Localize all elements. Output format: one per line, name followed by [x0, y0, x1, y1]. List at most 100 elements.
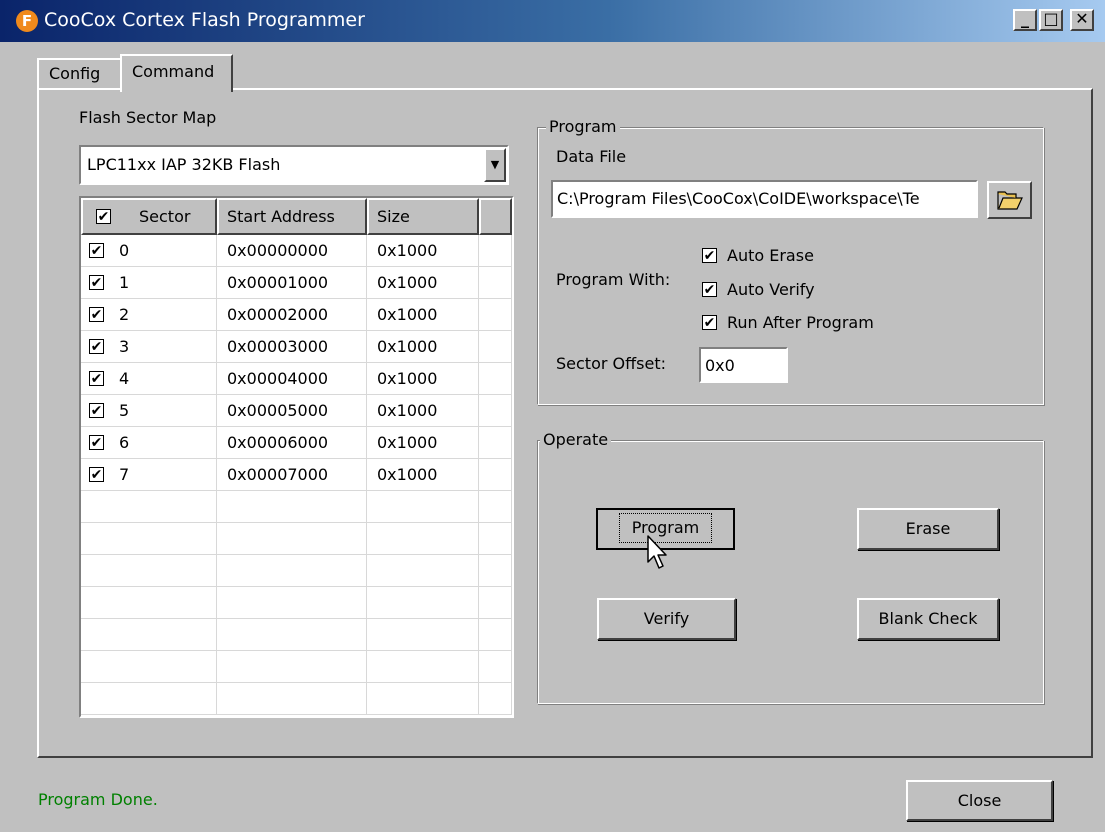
sector-checkbox[interactable]: ✔ — [89, 467, 104, 482]
cell-empty — [81, 587, 217, 619]
table-row[interactable]: ✔ 0 0x00000000 0x1000 — [81, 235, 512, 267]
auto-erase-option[interactable]: ✔ Auto Erase — [702, 246, 932, 268]
auto-verify-option[interactable]: ✔ Auto Verify — [702, 280, 932, 302]
table-row[interactable]: ✔ 1 0x00001000 0x1000 — [81, 267, 512, 299]
table-row[interactable]: ✔ 5 0x00005000 0x1000 — [81, 395, 512, 427]
sector-checkbox[interactable]: ✔ — [89, 403, 104, 418]
cell-empty — [479, 427, 512, 459]
browse-button[interactable] — [987, 181, 1032, 219]
cell-size: 0x1000 — [367, 267, 479, 299]
mouse-cursor-icon — [647, 535, 667, 569]
column-header-size[interactable]: Size — [367, 198, 479, 235]
cell-empty — [81, 555, 217, 587]
auto-verify-checkbox[interactable]: ✔ — [702, 282, 717, 297]
status-text: Program Done. — [38, 790, 158, 809]
cell-size: 0x1000 — [367, 395, 479, 427]
cell-empty — [367, 491, 479, 523]
cell-sector: ✔ 4 — [81, 363, 217, 395]
sector-number: 4 — [119, 369, 130, 388]
tab-command[interactable]: Command — [120, 54, 233, 92]
cell-start-address: 0x00000000 — [217, 235, 367, 267]
table-row[interactable] — [81, 619, 512, 651]
verify-button[interactable]: Verify — [597, 598, 736, 640]
sector-checkbox[interactable]: ✔ — [89, 435, 104, 450]
cell-empty — [479, 587, 512, 619]
cell-empty — [479, 267, 512, 299]
auto-erase-checkbox[interactable]: ✔ — [702, 248, 717, 263]
minimize-icon[interactable]: _ — [1013, 9, 1037, 31]
column-header-sector-label: Sector — [139, 207, 191, 226]
cell-sector: ✔ 7 — [81, 459, 217, 491]
sector-checkbox[interactable]: ✔ — [89, 371, 104, 386]
cell-empty — [81, 523, 217, 555]
cell-empty — [367, 555, 479, 587]
column-header-start-address[interactable]: Start Address — [217, 198, 367, 235]
operate-group — [537, 440, 1044, 704]
sector-number: 2 — [119, 305, 130, 324]
table-row[interactable] — [81, 651, 512, 683]
blank-check-button[interactable]: Blank Check — [857, 598, 999, 640]
table-row[interactable] — [81, 683, 512, 715]
cell-empty — [367, 683, 479, 715]
cell-empty — [479, 331, 512, 363]
cell-empty — [479, 459, 512, 491]
cell-start-address: 0x00005000 — [217, 395, 367, 427]
table-row[interactable] — [81, 523, 512, 555]
flash-sector-map-select[interactable]: LPC11xx IAP 32KB Flash ▼ — [79, 145, 509, 185]
run-after-program-option[interactable]: ✔ Run After Program — [702, 313, 932, 335]
sector-number: 6 — [119, 433, 130, 452]
cell-empty — [81, 619, 217, 651]
cell-sector: ✔ 5 — [81, 395, 217, 427]
sector-offset-input[interactable]: 0x0 — [699, 347, 788, 383]
select-all-checkbox[interactable]: ✔ — [96, 209, 111, 224]
sector-number: 5 — [119, 401, 130, 420]
cell-empty — [367, 651, 479, 683]
sector-number: 1 — [119, 273, 130, 292]
maximize-icon[interactable]: □ — [1039, 9, 1063, 31]
cell-empty — [367, 587, 479, 619]
cell-empty — [479, 491, 512, 523]
table-row[interactable]: ✔ 3 0x00003000 0x1000 — [81, 331, 512, 363]
cell-start-address: 0x00001000 — [217, 267, 367, 299]
cell-empty — [479, 363, 512, 395]
chevron-down-icon[interactable]: ▼ — [484, 148, 506, 182]
sector-checkbox[interactable]: ✔ — [89, 307, 104, 322]
auto-erase-label: Auto Erase — [727, 246, 814, 265]
close-button[interactable]: Close — [906, 780, 1053, 821]
close-icon[interactable]: ✕ — [1070, 9, 1094, 31]
table-row[interactable] — [81, 587, 512, 619]
flash-sector-map-value: LPC11xx IAP 32KB Flash — [87, 155, 281, 174]
cell-empty — [479, 555, 512, 587]
sector-checkbox[interactable]: ✔ — [89, 339, 104, 354]
column-header-sector[interactable]: ✔ Sector — [81, 198, 217, 235]
data-file-label: Data File — [556, 147, 627, 166]
operate-group-legend: Operate — [540, 430, 612, 449]
sector-number: 7 — [119, 465, 130, 484]
cell-empty — [479, 235, 512, 267]
sector-table[interactable]: ✔ Sector Start Address Size ✔ 0 0x00000000… — [79, 196, 514, 718]
table-row[interactable]: ✔ 6 0x00006000 0x1000 — [81, 427, 512, 459]
run-after-program-checkbox[interactable]: ✔ — [702, 315, 717, 330]
table-row[interactable]: ✔ 4 0x00004000 0x1000 — [81, 363, 512, 395]
table-row[interactable] — [81, 555, 512, 587]
title-bar[interactable]: F CooCox Cortex Flash Programmer _ □ ✕ — [0, 0, 1105, 42]
sector-checkbox[interactable]: ✔ — [89, 275, 104, 290]
tab-config[interactable]: Config — [37, 58, 122, 90]
cell-empty — [479, 619, 512, 651]
erase-button[interactable]: Erase — [857, 508, 999, 550]
sector-number: 3 — [119, 337, 130, 356]
table-row[interactable]: ✔ 7 0x00007000 0x1000 — [81, 459, 512, 491]
cell-size: 0x1000 — [367, 235, 479, 267]
cell-empty — [479, 523, 512, 555]
sector-offset-label: Sector Offset: — [556, 354, 666, 373]
table-row[interactable]: ✔ 2 0x00002000 0x1000 — [81, 299, 512, 331]
cell-sector: ✔ 3 — [81, 331, 217, 363]
cell-empty — [479, 395, 512, 427]
program-group-legend: Program — [546, 117, 620, 136]
sector-checkbox[interactable]: ✔ — [89, 243, 104, 258]
cell-size: 0x1000 — [367, 459, 479, 491]
data-file-input[interactable]: C:\Program Files\CooCox\CoIDE\workspace\… — [551, 180, 978, 218]
table-row[interactable] — [81, 491, 512, 523]
cell-size: 0x1000 — [367, 363, 479, 395]
cell-empty — [217, 619, 367, 651]
